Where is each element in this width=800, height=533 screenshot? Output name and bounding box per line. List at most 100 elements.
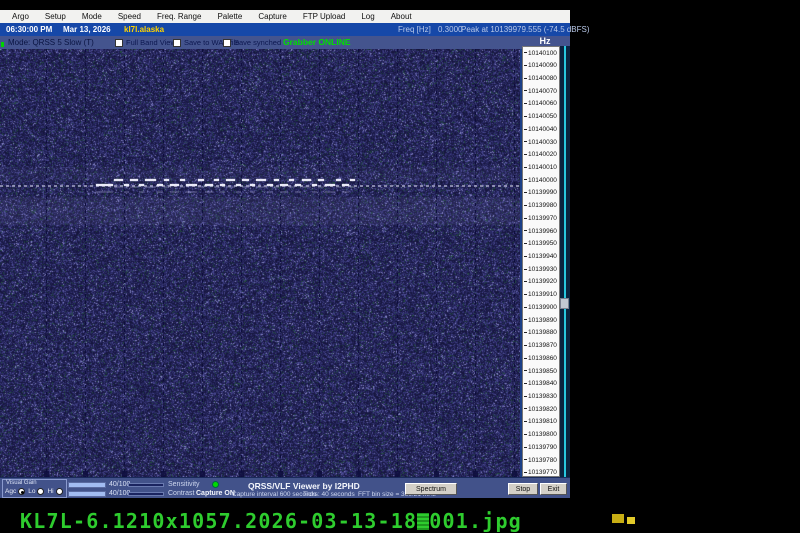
- visual-gain-radios: Agc Lo Hi: [5, 488, 64, 495]
- scale-tick-label: 10140090: [524, 62, 560, 69]
- scale-tick-label: 10139970: [524, 215, 560, 222]
- qrss-signal-segment: [289, 179, 294, 181]
- qrss-signal-segment: [236, 184, 241, 186]
- mode-label: Mode: QRSS 5 Slow (T): [8, 38, 94, 47]
- peak-readout: Peak at 10139979.555 (-74.5 dBFS): [461, 25, 590, 35]
- menu-item-argo[interactable]: Argo: [4, 10, 37, 23]
- qrss-signal-echo: [139, 191, 144, 193]
- qrss-signal-echo: [350, 186, 355, 188]
- scale-tick-label: 10139980: [524, 202, 560, 209]
- qrss-signal-echo: [96, 191, 113, 193]
- qrss-signal-segment: [342, 184, 349, 186]
- menu-item-capture[interactable]: Capture: [250, 10, 294, 23]
- qrss-signal-segment: [312, 184, 317, 186]
- menu-item-about[interactable]: About: [383, 10, 420, 23]
- menu-bar: Argo Setup Mode Speed Freq. Range Palette Capt…: [0, 10, 570, 23]
- radio-hi[interactable]: [56, 488, 63, 495]
- qrss-signal-echo: [198, 186, 204, 188]
- waterfall-gridline: [514, 49, 515, 477]
- qrss-signal-segment: [295, 184, 301, 186]
- visual-gain-label: Visual Gain: [6, 480, 37, 486]
- menu-item-freq-range[interactable]: Freq. Range: [149, 10, 209, 23]
- qrss-signal-echo: [130, 186, 138, 188]
- qrss-signal-segment: [325, 184, 335, 186]
- waterfall-gridline: [241, 49, 242, 477]
- qrss-signal-segment: [242, 179, 249, 181]
- grabber-status: Grabber ONLINE: [283, 37, 351, 47]
- qrss-signal-segment: [274, 179, 279, 181]
- scale-tick-label: 10140080: [524, 75, 560, 82]
- radio-agc[interactable]: [18, 488, 25, 495]
- app-title: QRSS/VLF Viewer by I2PHD: [248, 481, 360, 491]
- exit-button[interactable]: Exit: [540, 483, 567, 495]
- scale-tick-label: 10139780: [524, 457, 560, 464]
- radio-label-agc: Agc: [5, 488, 16, 495]
- signal-indicator-dot: [1, 42, 4, 47]
- scale-tick-label: 10139790: [524, 444, 560, 451]
- qrss-signal-segment: [280, 184, 288, 186]
- clock: 06:30:00 PM: [6, 25, 52, 35]
- qrss-signal-echo: [342, 191, 349, 193]
- capture-filename: KL7L-6.1210x1057.2026-03-13-18 001.jpg: [20, 509, 522, 533]
- scale-tick-label: 10139990: [524, 189, 560, 196]
- qrss-signal-segment: [226, 179, 235, 181]
- waterfall-noise: [0, 49, 520, 477]
- menu-item-speed[interactable]: Speed: [110, 10, 149, 23]
- qrss-signal-echo: [280, 191, 288, 193]
- waterfall-gridline: [46, 49, 47, 477]
- waterfall-gridline: [358, 49, 359, 477]
- checkbox-full-band-view[interactable]: [115, 39, 123, 47]
- scale-tick-label: 10139810: [524, 418, 560, 425]
- scale-tick-label: 10140030: [524, 139, 560, 146]
- scale-tick-label: 10139860: [524, 355, 560, 362]
- qrss-signal-segment: [336, 179, 341, 181]
- scale-scrollbar[interactable]: [560, 46, 570, 477]
- menu-item-mode[interactable]: Mode: [74, 10, 110, 23]
- qrss-signal-echo: [242, 186, 249, 188]
- slider-groove-sensitivity[interactable]: [128, 483, 164, 487]
- spectrum-button[interactable]: Spectrum: [405, 483, 457, 495]
- scale-tick-label: 10140060: [524, 100, 560, 107]
- qrss-signal-echo: [170, 191, 179, 193]
- scale-tick-label: 10139930: [524, 266, 560, 273]
- scale-tick-label: 10140070: [524, 88, 560, 95]
- checkbox-group-full-band-view: Full Band View: [115, 38, 176, 47]
- qrss-signal-echo: [336, 186, 341, 188]
- menu-item-log[interactable]: Log: [353, 10, 382, 23]
- slider-contrast: 40/100: [68, 490, 168, 498]
- waterfall-gridline: [163, 49, 164, 477]
- qrss-signal-echo: [114, 186, 123, 188]
- slider-groove-contrast[interactable]: [128, 492, 164, 496]
- qrss-signal-echo: [302, 186, 311, 188]
- menu-item-palette[interactable]: Palette: [209, 10, 250, 23]
- scale-tick-label: 10139850: [524, 368, 560, 375]
- checkbox-save-synched[interactable]: [223, 39, 231, 47]
- qrss-signal-echo: [318, 186, 324, 188]
- slider-handle-contrast[interactable]: [68, 491, 106, 497]
- checkbox-save-to-wav-file[interactable]: [173, 39, 181, 47]
- radio-lo[interactable]: [37, 488, 44, 495]
- slider-caption-sensitivity: Sensitivity: [168, 481, 200, 488]
- menu-item-ftp-upload[interactable]: FTP Upload: [295, 10, 354, 23]
- scale-tick-label: 10139910: [524, 291, 560, 298]
- waterfall-gridline: [319, 49, 320, 477]
- menu-item-setup[interactable]: Setup: [37, 10, 74, 23]
- slider-handle-sensitivity[interactable]: [68, 482, 106, 488]
- scale-unit-label: Hz: [528, 36, 562, 46]
- ticks-info: Ticks: 40 seconds: [303, 491, 355, 498]
- scrollbar-thumb[interactable]: [560, 298, 569, 309]
- qrss-signal-echo: [157, 191, 163, 193]
- capture-indicator-dot: [212, 481, 219, 488]
- scale-tick-label: 10139870: [524, 342, 560, 349]
- radio-label-hi: Hi: [47, 488, 53, 495]
- scrollbar-track-line: [564, 46, 566, 477]
- qrss-signal-segment: [220, 184, 225, 186]
- qrss-signal-echo: [145, 186, 156, 188]
- text-cursor: [417, 513, 429, 530]
- stop-button[interactable]: Stop: [508, 483, 538, 495]
- qrss-signal-segment: [267, 184, 273, 186]
- checkbox-group-save-synched: Save synched: [223, 38, 281, 47]
- waterfall-gridline: [280, 49, 281, 477]
- argo-window: Argo Setup Mode Speed Freq. Range Palette Capt…: [0, 10, 570, 498]
- capture-status: Capture ON: [196, 490, 235, 497]
